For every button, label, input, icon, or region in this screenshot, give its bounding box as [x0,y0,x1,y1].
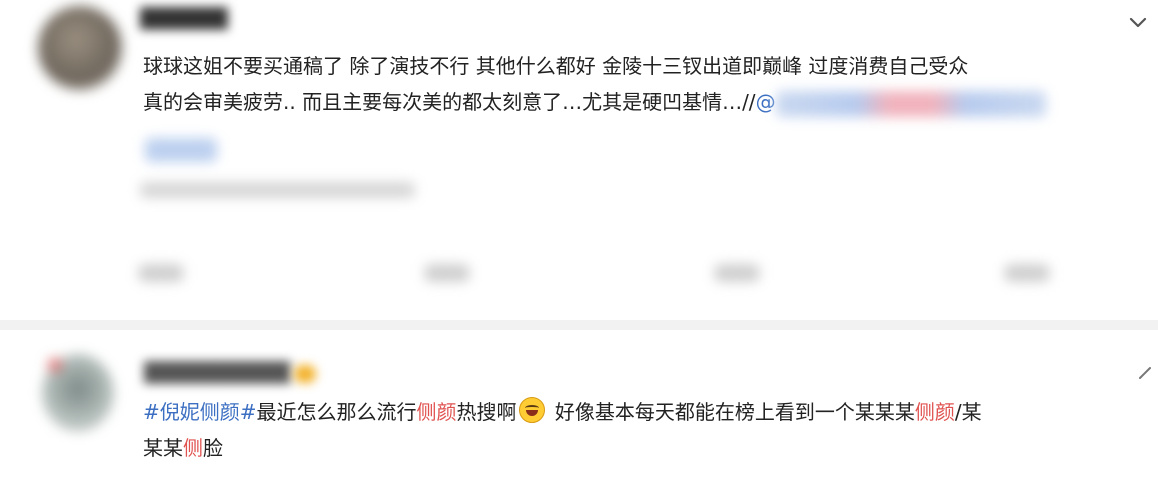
like-button[interactable] [714,264,760,282]
keyword-highlight: 侧 [183,436,203,460]
action-bar [0,258,1158,286]
username[interactable]: ██████████ [144,362,290,384]
post-text-line: #倪妮侧颜#最近怎么那么流行侧颜热搜啊 好像基本每天都能在榜上看到一个某某某侧颜… [143,394,982,430]
post-text-line: 球球这姐不要买通稿了 除了演技不行 其他什么都好 金陵十三钗出道即巅峰 过度消费… [143,54,969,78]
post-card: ██████ 球球这姐不要买通稿了 除了演技不行 其他什么都好 金陵十三钗出道即… [0,0,1158,320]
post-meta [140,182,415,198]
chevron-down-icon[interactable] [1128,12,1148,32]
post-text: 真的会审美疲劳.. 而且主要每次美的都太刻意了…尤其是硬凹基情…// [143,90,756,114]
feed: ██████ 球球这姐不要买通稿了 除了演技不行 其他什么都好 金陵十三钗出道即… [0,0,1158,479]
post-text-line: 某某侧脸 [143,430,223,466]
post-text: /某 [954,400,982,424]
post-text: 热搜啊 [456,400,517,424]
username-row: ██████████ [144,362,317,384]
username[interactable]: ██████ [140,8,228,30]
post-text: 好像基本每天都能在榜上看到一个某某某 [548,400,915,424]
blurred-mention-link[interactable] [775,90,1046,117]
vip-badge-icon [294,364,317,383]
avatar[interactable] [42,354,114,432]
forward-button[interactable] [138,264,184,282]
laughing-tears-emoji-icon [518,397,545,423]
keyword-highlight: 侧颜 [914,400,955,424]
hashtag-link[interactable]: #倪妮侧颜# [143,400,257,424]
blurred-link[interactable] [145,138,217,162]
more-button[interactable] [1004,264,1050,282]
post-text: 脸 [203,436,223,460]
keyword-highlight: 侧颜 [416,400,457,424]
post-text: 最近怎么那么流行 [256,400,417,424]
avatar[interactable] [38,6,122,90]
comment-button[interactable] [424,264,470,282]
post-text-line: 真的会审美疲劳.. 而且主要每次美的都太刻意了…尤其是硬凹基情…//@ [143,84,1046,120]
post-text: 某某 [143,436,183,460]
pencil-corner-icon[interactable] [1138,366,1152,380]
mention-prefix[interactable]: @ [756,90,776,114]
